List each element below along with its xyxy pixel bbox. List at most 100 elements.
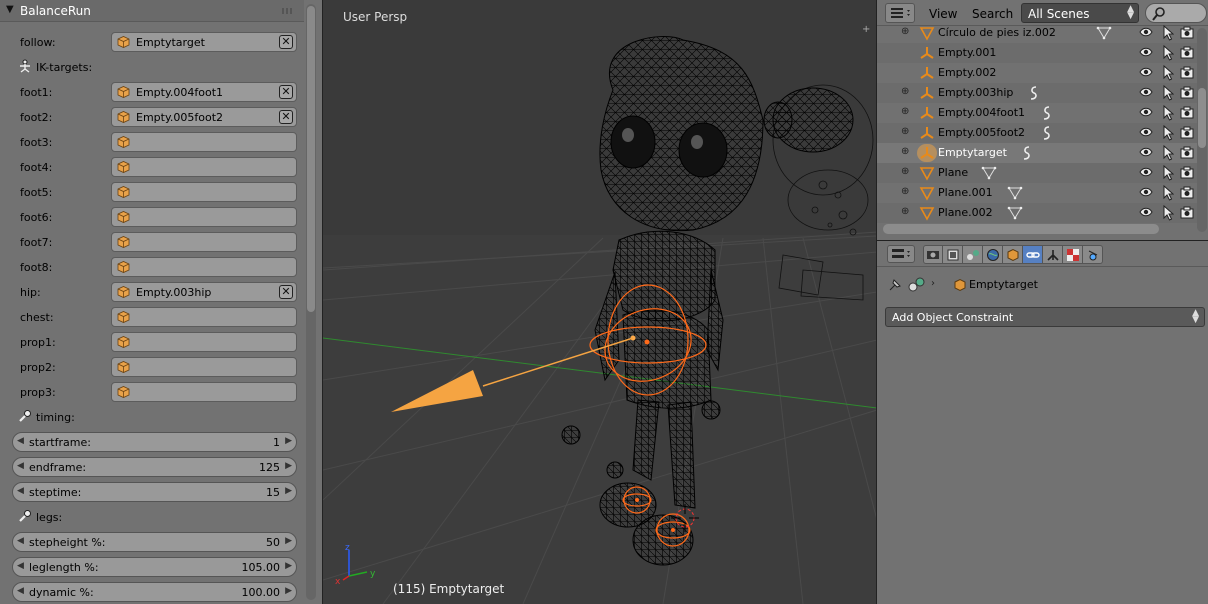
renderable-camera-icon[interactable] xyxy=(1180,186,1194,199)
drag-grip-icon[interactable] xyxy=(282,8,294,14)
increment-arrow-icon[interactable]: ▶ xyxy=(285,561,292,571)
renderable-camera-icon[interactable] xyxy=(1180,126,1194,139)
clear-field-icon[interactable]: ✕ xyxy=(279,35,293,49)
decrement-arrow-icon[interactable]: ◀ xyxy=(17,486,24,496)
outliner-hscrollbar[interactable] xyxy=(883,224,1159,234)
editor-type-button[interactable] xyxy=(887,245,915,263)
selectable-cursor-icon[interactable] xyxy=(1162,145,1174,161)
object-field[interactable] xyxy=(111,207,297,227)
visibility-eye-icon[interactable] xyxy=(1139,46,1153,58)
texture-tab-icon[interactable] xyxy=(1063,245,1083,264)
selectable-cursor-icon[interactable] xyxy=(1162,165,1174,181)
selectable-cursor-icon[interactable] xyxy=(1162,85,1174,101)
visibility-eye-icon[interactable] xyxy=(1139,66,1153,78)
display-mode-select[interactable]: All Scenes ▲ ▼ xyxy=(1021,3,1139,23)
object-field[interactable] xyxy=(111,182,297,202)
world-tab-icon[interactable] xyxy=(983,245,1003,264)
object-field[interactable] xyxy=(111,232,297,252)
panel-header[interactable]: ▼ BalanceRun xyxy=(0,0,304,22)
visibility-eye-icon[interactable] xyxy=(1139,106,1153,118)
mesh-data-icon[interactable] xyxy=(980,165,998,181)
outliner-item-name[interactable]: Empty.002 xyxy=(938,66,996,79)
physics-tab-icon[interactable] xyxy=(1083,245,1103,264)
object-field[interactable] xyxy=(111,357,297,377)
selectable-cursor-icon[interactable] xyxy=(1162,205,1174,221)
number-field[interactable]: ◀ endframe: 125 ▶ xyxy=(12,457,297,477)
increment-arrow-icon[interactable]: ▶ xyxy=(285,586,292,596)
visibility-eye-icon[interactable] xyxy=(1139,206,1153,218)
renderable-camera-icon[interactable] xyxy=(1180,146,1194,159)
outliner-item-name[interactable]: Empty.001 xyxy=(938,46,996,59)
outliner-item-name[interactable]: Plane xyxy=(938,166,968,179)
panel-scroll-thumb[interactable] xyxy=(307,6,315,312)
collapse-arrow-icon[interactable]: ▼ xyxy=(6,4,14,15)
object-field[interactable] xyxy=(111,332,297,352)
object-field[interactable] xyxy=(111,157,297,177)
increment-arrow-icon[interactable]: ▶ xyxy=(285,536,292,546)
outliner-item-name[interactable]: Emptytarget xyxy=(938,146,1007,159)
expand-toggle-icon[interactable]: ⊕ xyxy=(901,147,911,157)
outliner-item-name[interactable]: Plane.002 xyxy=(938,206,993,219)
scene-tab-icon[interactable] xyxy=(963,245,983,264)
renderable-camera-icon[interactable] xyxy=(1180,106,1194,119)
renderable-camera-icon[interactable] xyxy=(1180,26,1194,39)
constraint-icon[interactable] xyxy=(1038,125,1056,141)
constraint-icon[interactable] xyxy=(1038,105,1056,121)
visibility-eye-icon[interactable] xyxy=(1139,126,1153,138)
number-field[interactable]: ◀ steptime: 15 ▶ xyxy=(12,482,297,502)
data-tab-icon[interactable] xyxy=(1043,245,1063,264)
outliner-item-name[interactable]: Empty.003hip xyxy=(938,86,1013,99)
renderable-camera-icon[interactable] xyxy=(1180,166,1194,179)
add-object-constraint-dropdown[interactable]: Add Object Constraint ▲ ▼ xyxy=(885,307,1205,327)
outliner-scrollbar[interactable] xyxy=(1197,28,1207,232)
number-field[interactable]: ◀ dynamic %: 100.00 ▶ xyxy=(12,582,297,602)
mesh-data-icon[interactable] xyxy=(1006,205,1024,221)
object-field[interactable]: Empty.005foot2 ✕ xyxy=(111,107,297,127)
outliner-item-name[interactable]: Empty.005foot2 xyxy=(938,126,1025,139)
outliner-row[interactable]: ⊕ Empty.005foot2 xyxy=(877,123,1197,143)
editor-type-button[interactable] xyxy=(885,3,915,23)
increment-arrow-icon[interactable]: ▶ xyxy=(285,461,292,471)
constraint-icon[interactable] xyxy=(1018,145,1036,161)
decrement-arrow-icon[interactable]: ◀ xyxy=(17,561,24,571)
outliner-row[interactable]: ⊕ Empty.003hip xyxy=(877,83,1197,103)
outliner-row[interactable]: Empty.001 xyxy=(877,43,1197,63)
menu-view[interactable]: View xyxy=(929,7,957,21)
expand-toggle-icon[interactable]: ⊕ xyxy=(901,187,911,197)
object-field[interactable] xyxy=(111,132,297,152)
panel-scrollbar[interactable] xyxy=(306,4,316,600)
outliner-row[interactable]: ⊕ Plane xyxy=(877,163,1197,183)
constraints-tab-icon[interactable] xyxy=(1023,245,1043,264)
mesh-data-icon[interactable] xyxy=(1095,25,1113,41)
viewport-canvas[interactable]: z y x xyxy=(323,0,876,604)
outliner-row[interactable]: ⊕ Emptytarget xyxy=(877,143,1197,163)
outliner-item-name[interactable]: Empty.004foot1 xyxy=(938,106,1025,119)
object-field[interactable]: Emptytarget ✕ xyxy=(111,32,297,52)
object-field[interactable] xyxy=(111,382,297,402)
object-field[interactable] xyxy=(111,307,297,327)
clear-field-icon[interactable]: ✕ xyxy=(279,85,293,99)
number-field[interactable]: ◀ startframe: 1 ▶ xyxy=(12,432,297,452)
expand-toggle-icon[interactable]: ⊕ xyxy=(901,127,911,137)
expand-toggle-icon[interactable]: ⊕ xyxy=(901,167,911,177)
outliner-row[interactable]: ⊕ Plane.002 xyxy=(877,203,1197,223)
number-field[interactable]: ◀ stepheight %: 50 ▶ xyxy=(12,532,297,552)
outliner-scroll-thumb[interactable] xyxy=(1198,88,1206,148)
renderable-camera-icon[interactable] xyxy=(1180,46,1194,59)
visibility-eye-icon[interactable] xyxy=(1139,186,1153,198)
object-field[interactable]: Empty.003hip ✕ xyxy=(111,282,297,302)
expand-toggle-icon[interactable]: ⊕ xyxy=(901,107,911,117)
increment-arrow-icon[interactable]: ▶ xyxy=(285,436,292,446)
object-tab-icon[interactable] xyxy=(1003,245,1023,264)
increment-arrow-icon[interactable]: ▶ xyxy=(285,486,292,496)
expand-toggle-icon[interactable]: ⊕ xyxy=(901,87,911,97)
selectable-cursor-icon[interactable] xyxy=(1162,25,1174,41)
menu-search[interactable]: Search xyxy=(972,7,1013,21)
pin-icon[interactable] xyxy=(887,277,903,293)
expand-toggle-icon[interactable]: ⊕ xyxy=(901,207,911,217)
number-field[interactable]: ◀ leglength %: 105.00 ▶ xyxy=(12,557,297,577)
render-tab-icon[interactable] xyxy=(923,245,943,264)
renderable-camera-icon[interactable] xyxy=(1180,66,1194,79)
object-field[interactable] xyxy=(111,257,297,277)
selectable-cursor-icon[interactable] xyxy=(1162,65,1174,81)
